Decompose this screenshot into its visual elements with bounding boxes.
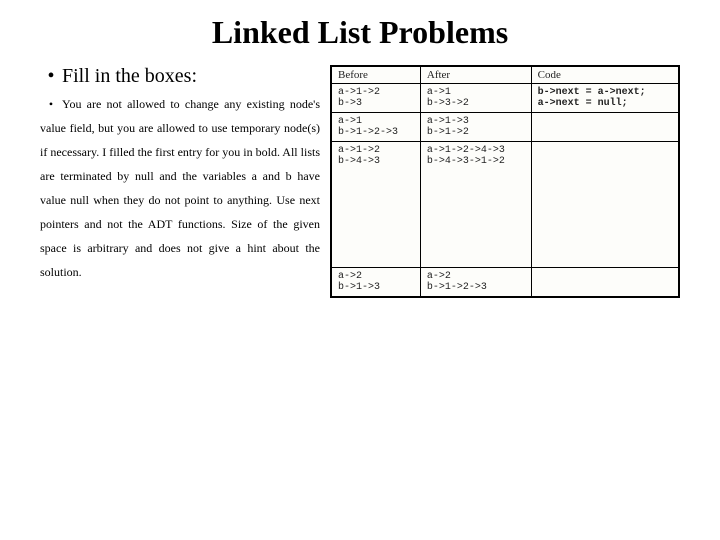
col-before: Before [332,67,421,84]
cell-code: b->next = a->next; a->next = null; [531,84,678,113]
table-header-row: Before After Code [332,67,679,84]
bullet-dot-small: • [40,92,62,116]
bullet-dot: • [40,65,62,88]
bullet-main-text: Fill in the boxes: [62,65,197,88]
cell-after: a->1->3 b->1->2 [420,113,531,142]
cell-before: a->2 b->1->3 [332,268,421,297]
content-columns: • Fill in the boxes: •You are not allowe… [40,65,680,298]
table-row: a->2 b->1->3a->2 b->1->2->3 [332,268,679,297]
cell-before: a->1 b->1->2->3 [332,113,421,142]
table-body: a->1->2 b->3a->1 b->3->2b->next = a->nex… [332,84,679,297]
problem-table-container: Before After Code a->1->2 b->3a->1 b->3-… [330,65,680,298]
table-row: a->1->2 b->4->3a->1->2->4->3 b->4->3->1-… [332,142,679,268]
cell-before: a->1->2 b->4->3 [332,142,421,268]
slide: Linked List Problems • Fill in the boxes… [0,0,720,540]
instruction-text: You are not allowed to change any existi… [40,97,320,279]
table-row: a->1->2 b->3a->1 b->3->2b->next = a->nex… [332,84,679,113]
page-title: Linked List Problems [40,14,680,51]
cell-after: a->2 b->1->2->3 [420,268,531,297]
cell-after: a->1 b->3->2 [420,84,531,113]
cell-code [531,142,678,268]
table-row: a->1 b->1->2->3a->1->3 b->1->2 [332,113,679,142]
problem-table: Before After Code a->1->2 b->3a->1 b->3-… [331,66,679,297]
cell-code [531,268,678,297]
cell-code [531,113,678,142]
left-column: • Fill in the boxes: •You are not allowe… [40,65,330,284]
cell-after: a->1->2->4->3 b->4->3->1->2 [420,142,531,268]
instruction-block: •You are not allowed to change any exist… [40,92,320,284]
bullet-main: • Fill in the boxes: [40,65,320,88]
col-code: Code [531,67,678,84]
col-after: After [420,67,531,84]
cell-before: a->1->2 b->3 [332,84,421,113]
